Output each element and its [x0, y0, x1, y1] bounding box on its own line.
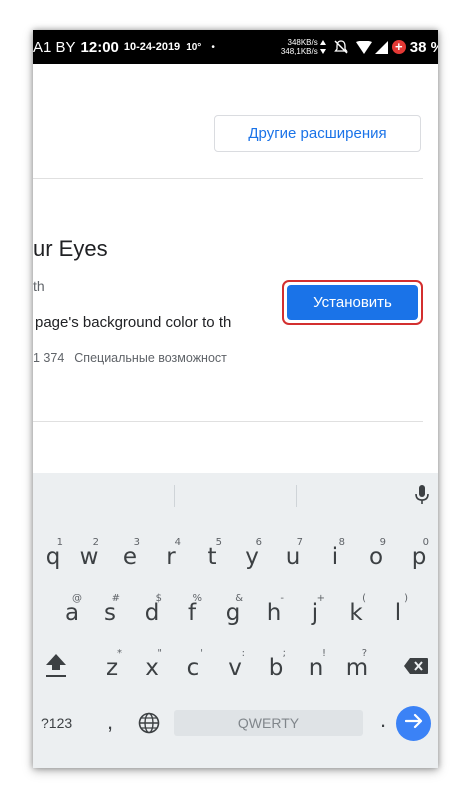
suggestion-divider — [296, 485, 297, 507]
key-b[interactable]: b; — [257, 646, 295, 690]
install-button-highlight: Установить — [282, 280, 423, 325]
key-i[interactable]: i8 — [316, 535, 354, 579]
globe-icon[interactable] — [138, 712, 160, 739]
signal-icon — [374, 40, 388, 54]
traffic-arrows-icon — [319, 40, 326, 54]
key-l[interactable]: l) — [379, 591, 417, 635]
shift-icon — [45, 653, 67, 684]
enter-arrow-icon — [404, 713, 423, 734]
users-count: 1 374 — [33, 351, 65, 365]
upload-speed: 348KB/s — [287, 38, 318, 47]
suggestion-strip — [33, 473, 438, 517]
key-j[interactable]: j + — [296, 591, 334, 635]
key-n[interactable]: n! — [297, 646, 335, 690]
key-q[interactable]: q1 — [34, 535, 72, 579]
extensions-page: Другие расширения ur Eyes th page's back… — [33, 64, 438, 510]
network-speed: 348KB/s 348,1KB/s — [281, 38, 318, 56]
clock: 12:00 — [80, 38, 119, 56]
wifi-icon — [355, 40, 372, 54]
extension-meta: 1 374 Специальные возможност — [33, 351, 263, 365]
space-key[interactable]: QWERTY — [174, 710, 363, 736]
key-k[interactable]: k( — [337, 591, 375, 635]
extension-description: page's background color to th — [35, 314, 232, 331]
mute-bell-icon — [333, 40, 348, 54]
key-t[interactable]: t5 — [193, 535, 231, 579]
enter-key[interactable] — [396, 706, 431, 741]
key-d[interactable]: d $ — [133, 591, 171, 635]
comma-key[interactable]: , — [107, 709, 113, 735]
key-s[interactable]: s # — [91, 591, 129, 635]
key-c[interactable]: c ' — [174, 646, 212, 690]
notification-dot: • — [211, 41, 215, 53]
backspace-icon — [403, 657, 429, 680]
key-a[interactable]: a @ — [53, 591, 91, 635]
key-y[interactable]: y6 — [233, 535, 271, 579]
key-f[interactable]: f% — [173, 591, 211, 635]
key-w[interactable]: w2 — [70, 535, 108, 579]
backspace-key[interactable] — [399, 646, 433, 690]
key-p[interactable]: p0 — [400, 535, 438, 579]
key-r[interactable]: r4 — [152, 535, 190, 579]
symbols-key[interactable]: ?123 — [41, 715, 72, 731]
key-g[interactable]: g & — [214, 591, 252, 635]
key-e[interactable]: e3 — [111, 535, 149, 579]
battery-saver-icon: + — [391, 40, 406, 54]
on-screen-keyboard: q1 w2 e3 r4 t5 y6 u7 i8 o9 p0 a @ s # d $ f… — [33, 473, 438, 768]
other-extensions-button[interactable]: Другие расширения — [214, 115, 421, 152]
key-u[interactable]: u7 — [274, 535, 312, 579]
key-o[interactable]: o9 — [357, 535, 395, 579]
key-z[interactable]: z * — [93, 646, 131, 690]
key-v[interactable]: v: — [216, 646, 254, 690]
install-button[interactable]: Установить — [287, 285, 418, 320]
carrier-name: A1 BY — [33, 38, 76, 56]
battery-level: 38 % — [409, 38, 438, 56]
suggestion-divider — [174, 485, 175, 507]
divider — [33, 421, 423, 422]
extension-title[interactable]: ur Eyes — [33, 236, 108, 262]
status-bar: A1 BY 12:00 10-24-2019 10° • 348KB/s 348… — [33, 30, 438, 64]
extension-category: Специальные возможност — [74, 351, 227, 365]
shift-key[interactable] — [41, 646, 71, 690]
phone-screen: A1 BY 12:00 10-24-2019 10° • 348KB/s 348… — [33, 30, 438, 768]
period-key[interactable]: . — [380, 707, 386, 733]
download-speed: 348,1KB/s — [280, 47, 318, 56]
extension-author: th — [33, 278, 45, 294]
key-h[interactable]: h- — [255, 591, 293, 635]
date: 10-24-2019 — [123, 41, 181, 53]
keyboard-bottom-row: ?123 , QWERTY . — [33, 705, 438, 755]
key-x[interactable]: x " — [133, 646, 171, 690]
key-m[interactable]: m? — [338, 646, 376, 690]
mic-icon[interactable] — [415, 485, 429, 510]
divider — [33, 178, 423, 179]
temperature: 10° — [186, 41, 202, 53]
